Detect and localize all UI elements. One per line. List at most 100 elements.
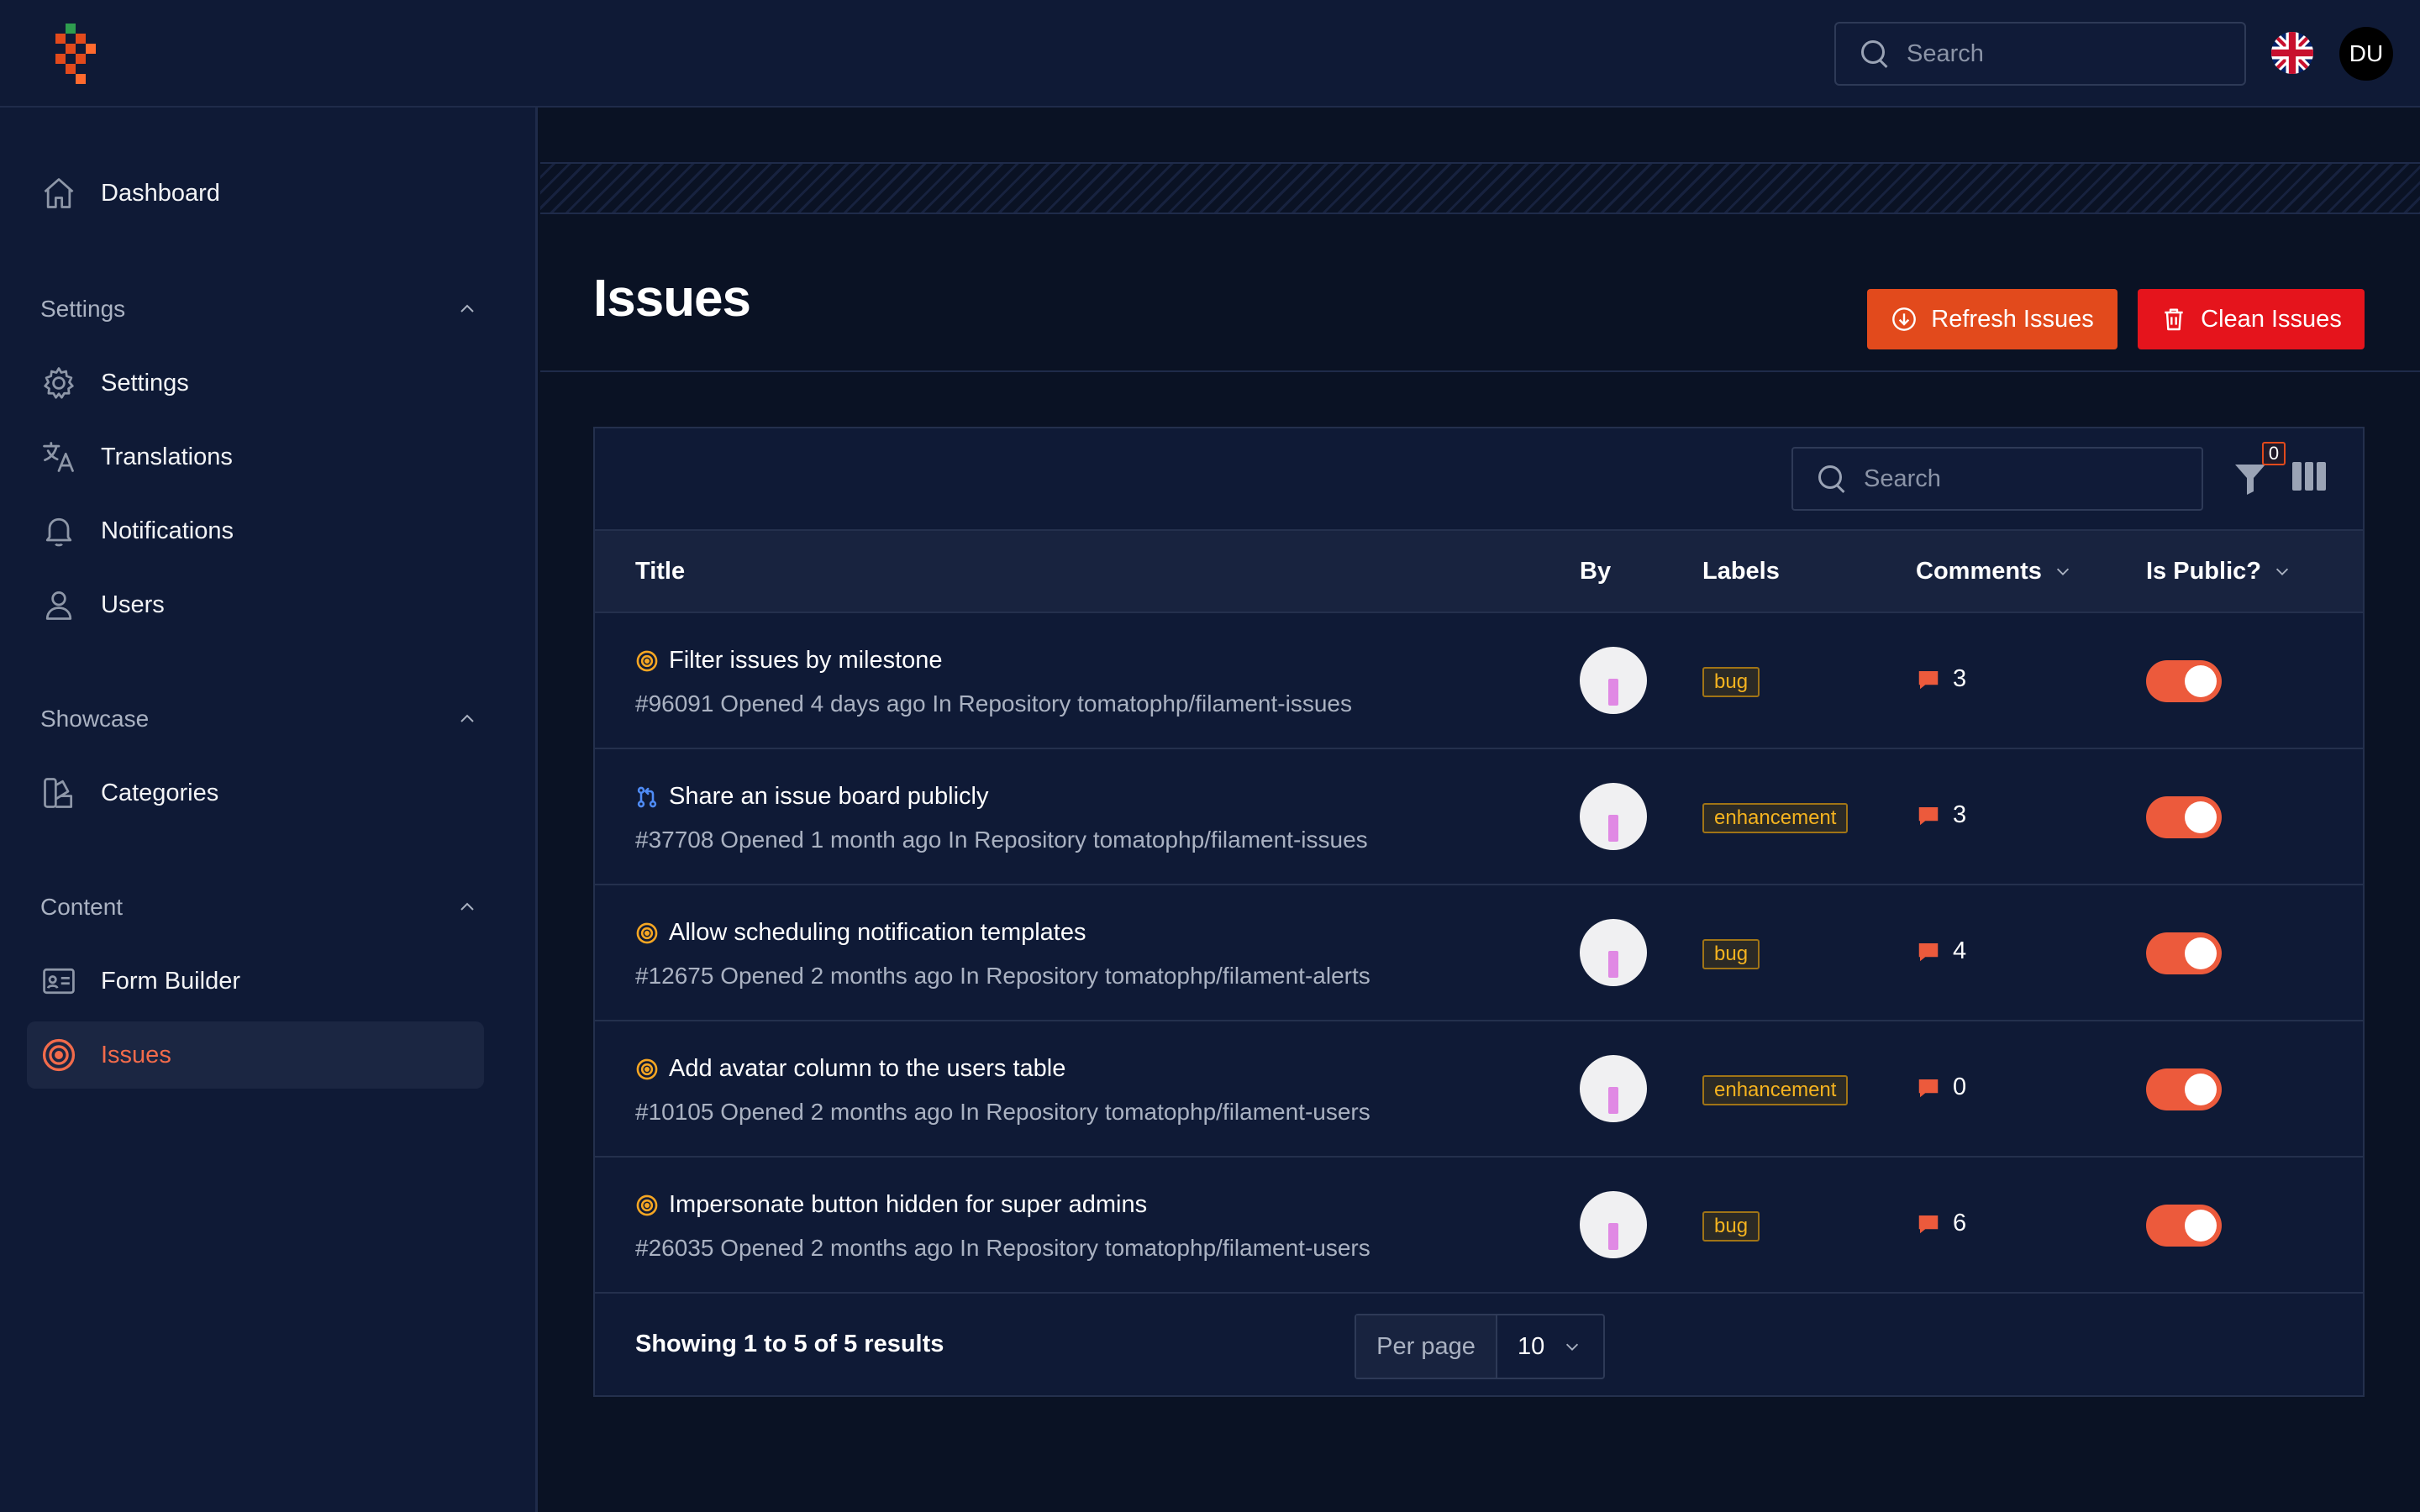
column-header-comments[interactable]: Comments — [1916, 531, 2072, 612]
comments-value: 4 — [1953, 937, 1967, 964]
sidebar-item-form-builder[interactable]: Form Builder — [27, 948, 484, 1015]
target-icon — [42, 1038, 76, 1072]
search-icon — [1817, 464, 1847, 494]
page-title: Issues — [593, 270, 751, 328]
sidebar-group-showcase[interactable]: Showcase — [40, 702, 477, 736]
label-badge: enhancement — [1702, 803, 1849, 833]
issue-title-cell[interactable]: Filter issues by milestone — [635, 647, 943, 675]
sidebar-item-label: Dashboard — [101, 179, 220, 207]
search-icon — [1860, 39, 1890, 69]
is-public-toggle[interactable] — [2146, 932, 2222, 974]
per-page-value: 10 — [1518, 1332, 1545, 1360]
top-bar: Search DU — [0, 0, 2420, 108]
author-avatar[interactable] — [1580, 783, 1647, 850]
sidebar-item-categories[interactable]: Categories — [27, 759, 484, 827]
label-badge: bug — [1702, 939, 1760, 969]
issue-meta: #37708 Opened 1 month ago In Repository … — [635, 827, 1368, 853]
comments-value: 6 — [1953, 1210, 1967, 1236]
cog-icon — [44, 367, 74, 399]
issue-target-icon — [636, 922, 658, 943]
global-search-input[interactable]: Search — [1834, 22, 2246, 86]
per-page-label: Per page — [1356, 1315, 1497, 1378]
author-avatar[interactable] — [1580, 1191, 1647, 1258]
issue-target-icon — [636, 1194, 658, 1215]
sidebar-item-translations[interactable]: Translations — [27, 423, 484, 491]
table-footer: Showing 1 to 5 of 5 results Per page 10 — [595, 1294, 2363, 1397]
is-public-toggle[interactable] — [2146, 1205, 2222, 1247]
chevron-up-icon — [460, 902, 474, 911]
issue-title-cell[interactable]: Share an issue board publicly — [635, 783, 988, 811]
sidebar-group-title: Content — [40, 894, 124, 920]
table-toolbar: Search 0 — [595, 428, 2363, 531]
chevron-down-icon — [1566, 1343, 1579, 1351]
sidebar-item-users[interactable]: Users — [27, 571, 484, 638]
issue-title: Add avatar column to the users table — [669, 1055, 1066, 1082]
chevron-down-icon — [2275, 568, 2289, 575]
sidebar-item-dashboard[interactable]: Dashboard — [27, 160, 484, 227]
language-flag-icon[interactable] — [2271, 32, 2313, 74]
issue-meta: #26035 Opened 2 months ago In Repository… — [635, 1235, 1370, 1261]
label-badge: bug — [1702, 667, 1760, 697]
sidebar-item-label: Categories — [101, 779, 219, 806]
is-public-toggle[interactable] — [2146, 1068, 2222, 1110]
comment-icon — [1918, 1079, 1939, 1097]
home-icon — [44, 178, 74, 208]
sidebar-group-settings[interactable]: Settings — [40, 292, 477, 326]
comments-count: 6 — [1916, 1210, 1966, 1237]
sidebar-group-content[interactable]: Content — [40, 890, 477, 924]
table-row[interactable]: Allow scheduling notification templates … — [595, 885, 2363, 1021]
is-public-toggle[interactable] — [2146, 796, 2222, 838]
chevron-down-icon — [2056, 568, 2069, 575]
author-avatar[interactable] — [1580, 647, 1647, 714]
column-header-label: Is Public? — [2146, 557, 2261, 585]
issue-title: Share an issue board publicly — [669, 783, 989, 810]
issue-title-cell[interactable]: Add avatar column to the users table — [635, 1055, 1065, 1083]
sidebar-item-issues[interactable]: Issues — [27, 1021, 484, 1089]
issue-title: Impersonate button hidden for super admi… — [669, 1191, 1148, 1218]
user-avatar[interactable]: DU — [2339, 27, 2393, 81]
per-page-value-wrap[interactable]: 10 — [1497, 1315, 1603, 1378]
sidebar-item-label: Notifications — [101, 517, 234, 544]
issue-title: Allow scheduling notification templates — [669, 919, 1086, 946]
issue-title-cell[interactable]: Impersonate button hidden for super admi… — [635, 1191, 1147, 1219]
comments-count: 4 — [1916, 937, 1966, 965]
global-search-placeholder: Search — [1907, 39, 1984, 67]
table-row[interactable]: Add avatar column to the users table #10… — [595, 1021, 2363, 1158]
sidebar-item-label: Issues — [101, 1041, 171, 1068]
is-public-toggle[interactable] — [2146, 660, 2222, 702]
author-avatar[interactable] — [1580, 1055, 1647, 1122]
per-page-select[interactable]: Per page 10 — [1355, 1314, 1605, 1379]
issue-title-cell[interactable]: Allow scheduling notification templates — [635, 919, 1086, 947]
user-icon — [45, 591, 72, 620]
sidebar-item-label: Users — [101, 591, 165, 618]
table-row[interactable]: Share an issue board publicly #37708 Ope… — [595, 749, 2363, 885]
table-row[interactable]: Filter issues by milestone #96091 Opened… — [595, 613, 2363, 749]
issues-table-card: Search 0 Title By Labels Comments Is Pub… — [593, 427, 2365, 1397]
column-header-labels: Labels — [1702, 557, 1780, 585]
sidebar-group-title: Showcase — [40, 706, 150, 732]
issue-target-icon — [636, 1058, 658, 1079]
clean-issues-button[interactable]: Clean Issues — [2138, 289, 2365, 349]
column-header-is-public[interactable]: Is Public? — [2146, 531, 2291, 612]
pagination-summary: Showing 1 to 5 of 5 results — [635, 1331, 944, 1357]
comments-count: 3 — [1916, 801, 1966, 829]
author-avatar[interactable] — [1580, 919, 1647, 986]
comment-icon — [1918, 806, 1939, 825]
column-header-by: By — [1580, 557, 1612, 585]
column-toggle-icon[interactable] — [2292, 462, 2327, 491]
table-search-placeholder: Search — [1864, 465, 1941, 492]
sidebar-item-notifications[interactable]: Notifications — [27, 497, 484, 564]
table-row[interactable]: Impersonate button hidden for super admi… — [595, 1158, 2363, 1294]
sidebar-item-label: Translations — [101, 443, 233, 470]
brand-logo[interactable] — [55, 24, 106, 84]
comments-value: 3 — [1953, 665, 1967, 692]
sidebar-item-settings[interactable]: Settings — [27, 349, 484, 417]
issue-title: Filter issues by milestone — [669, 647, 943, 674]
refresh-issues-label: Refresh Issues — [1931, 305, 2094, 333]
comments-value: 3 — [1953, 801, 1967, 828]
filter-count-badge: 0 — [2262, 442, 2286, 465]
table-search-input[interactable]: Search — [1791, 447, 2203, 511]
column-header-label: Comments — [1916, 557, 2042, 585]
refresh-issues-button[interactable]: Refresh Issues — [1867, 289, 2118, 349]
id-card-icon — [43, 968, 75, 995]
